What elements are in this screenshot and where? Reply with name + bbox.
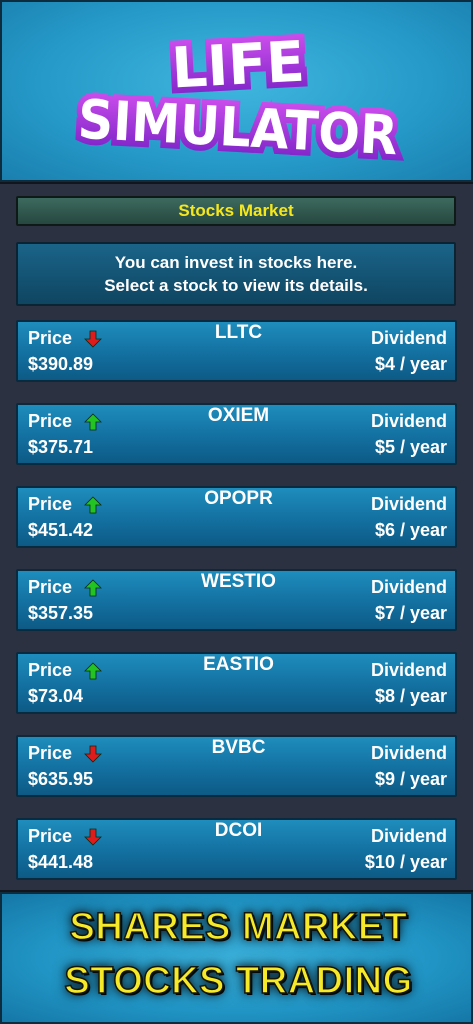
bottom-title-line-1: SHARES MARKET <box>69 905 408 949</box>
dividend-label: Dividend <box>370 494 447 514</box>
dividend-label: Dividend <box>370 743 447 763</box>
price-value: $73.04 <box>28 686 84 706</box>
price-value: $390.89 <box>28 354 94 374</box>
top-banner: LIFE SIMULATOR <box>0 0 473 182</box>
dividend-label: Dividend <box>370 328 447 348</box>
stock-card-oxiem[interactable]: Price $375.71 OXIEM Dividend $5 / year <box>16 403 457 465</box>
price-value: $375.71 <box>28 437 94 457</box>
price-value: $441.48 <box>28 852 94 872</box>
page-title: Stocks Market <box>16 196 456 226</box>
price-value: $451.42 <box>28 520 94 540</box>
bottom-banner: SHARES MARKET STOCKS TRADING <box>0 892 473 1024</box>
stock-card-dcoi[interactable]: Price $441.48 DCOI Dividend $10 / year <box>16 818 457 880</box>
dividend-label: Dividend <box>370 411 447 431</box>
stock-card-westio[interactable]: Price $357.35 WESTIO Dividend $7 / year <box>16 569 457 631</box>
dividend-value: $9 / year <box>374 769 447 789</box>
bottom-title-line-2: STOCKS TRADING <box>64 959 413 1003</box>
price-value: $635.95 <box>28 769 94 789</box>
dividend-label: Dividend <box>370 577 447 597</box>
stock-card-opopr[interactable]: Price $451.42 OPOPR Dividend $6 / year <box>16 486 457 548</box>
dividend-value: $7 / year <box>374 603 447 623</box>
dividend-value: $4 / year <box>374 354 447 374</box>
dividend-value: $10 / year <box>364 852 447 872</box>
price-value: $357.35 <box>28 603 94 623</box>
app-logo: LIFE SIMULATOR <box>70 24 405 164</box>
dividend-value: $8 / year <box>374 686 447 706</box>
dividend-label: Dividend <box>370 826 447 846</box>
dividend-label: Dividend <box>370 660 447 680</box>
info-box: You can invest in stocks here. Select a … <box>16 242 456 306</box>
stock-card-eastio[interactable]: Price $73.04 EASTIO Dividend $8 / year <box>16 652 457 714</box>
stock-card-bvbc[interactable]: Price $635.95 BVBC Dividend $9 / year <box>16 735 457 797</box>
logo-line-simulator: SIMULATOR <box>76 88 399 164</box>
dividend-value: $5 / year <box>374 437 447 457</box>
dividend-value: $6 / year <box>374 520 447 540</box>
logo-line-life: LIFE <box>170 30 306 102</box>
info-line-2: Select a stock to view its details. <box>104 276 368 295</box>
info-line-1: You can invest in stocks here. <box>114 253 358 272</box>
stock-card-lltc[interactable]: Price $390.89 LLTC Dividend $4 / year <box>16 320 457 382</box>
